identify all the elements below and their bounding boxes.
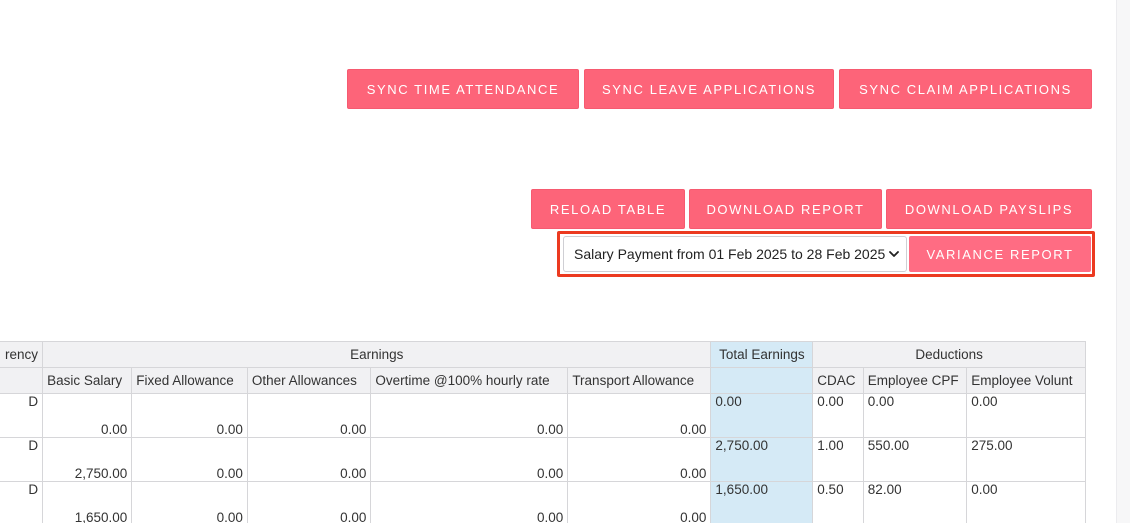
currency-cell: D (0, 393, 44, 438)
cdac-cell: 1.00 (812, 437, 864, 482)
transport-allowance-cell: 0.00 (567, 437, 712, 482)
employee-voluntary-header: Employee Volunt (966, 367, 1086, 394)
employee-cpf-cell: 82.00 (862, 481, 968, 523)
employee-cpf-cell: 0.00 (862, 393, 968, 438)
employee-cpf-header: Employee CPF (862, 367, 968, 394)
overtime-cell: 0.00 (370, 481, 569, 523)
total-earnings-cell: 1,650.00 (710, 481, 814, 523)
total-earnings-header: Total Earnings (710, 341, 814, 368)
transport-allowance-header: Transport Allowance (567, 367, 712, 394)
page-scroll-gutter (1116, 0, 1130, 523)
total-earnings-cell: 2,750.00 (710, 437, 814, 482)
overtime-cell: 0.00 (370, 437, 569, 482)
other-allowances-cell: 0.00 (246, 481, 372, 523)
currency-cell: D (0, 437, 44, 482)
table-row: D 0.00 0.00 0.00 0.00 0.00 0.00 0.00 0.0… (0, 393, 1086, 438)
other-allowances-header: Other Allowances (246, 367, 372, 394)
basic-salary-cell: 0.00 (42, 393, 133, 438)
overtime-header: Overtime @100% hourly rate (370, 367, 569, 394)
fixed-allowance-cell: 0.00 (131, 481, 248, 523)
fixed-allowance-cell: 0.00 (131, 437, 248, 482)
payroll-table-viewport: rency Earnings Total Earnings Deductions… (0, 0, 1092, 523)
employee-voluntary-cell: 0.00 (966, 393, 1086, 438)
overtime-cell: 0.00 (370, 393, 569, 438)
basic-salary-header: Basic Salary (42, 367, 133, 394)
payroll-table: rency Earnings Total Earnings Deductions… (0, 341, 1086, 523)
transport-allowance-cell: 0.00 (567, 481, 712, 523)
employee-voluntary-cell: 275.00 (966, 437, 1086, 482)
currency-cell: D (0, 481, 44, 523)
table-column-header-row: Basic Salary Fixed Allowance Other Allow… (0, 367, 1086, 394)
table-group-header-row: rency Earnings Total Earnings Deductions (0, 341, 1086, 368)
fixed-allowance-cell: 0.00 (131, 393, 248, 438)
earnings-group-header: Earnings (42, 341, 712, 368)
cdac-header: CDAC (812, 367, 864, 394)
table-row: D 1,650.00 0.00 0.00 0.00 0.00 1,650.00 … (0, 481, 1086, 523)
total-earnings-cell: 0.00 (710, 393, 814, 438)
employee-voluntary-cell: 0.00 (966, 481, 1086, 523)
transport-allowance-cell: 0.00 (567, 393, 712, 438)
cdac-cell: 0.50 (812, 481, 864, 523)
basic-salary-cell: 1,650.00 (42, 481, 133, 523)
employee-cpf-cell: 550.00 (862, 437, 968, 482)
cdac-cell: 0.00 (812, 393, 864, 438)
basic-salary-cell: 2,750.00 (42, 437, 133, 482)
other-allowances-cell: 0.00 (246, 437, 372, 482)
table-row: D 2,750.00 0.00 0.00 0.00 0.00 2,750.00 … (0, 437, 1086, 482)
other-allowances-cell: 0.00 (246, 393, 372, 438)
currency-column-header (0, 367, 44, 394)
total-earnings-subheader (710, 367, 814, 394)
currency-group-header: rency (0, 341, 44, 368)
fixed-allowance-header: Fixed Allowance (131, 367, 248, 394)
deductions-group-header: Deductions (812, 341, 1086, 368)
